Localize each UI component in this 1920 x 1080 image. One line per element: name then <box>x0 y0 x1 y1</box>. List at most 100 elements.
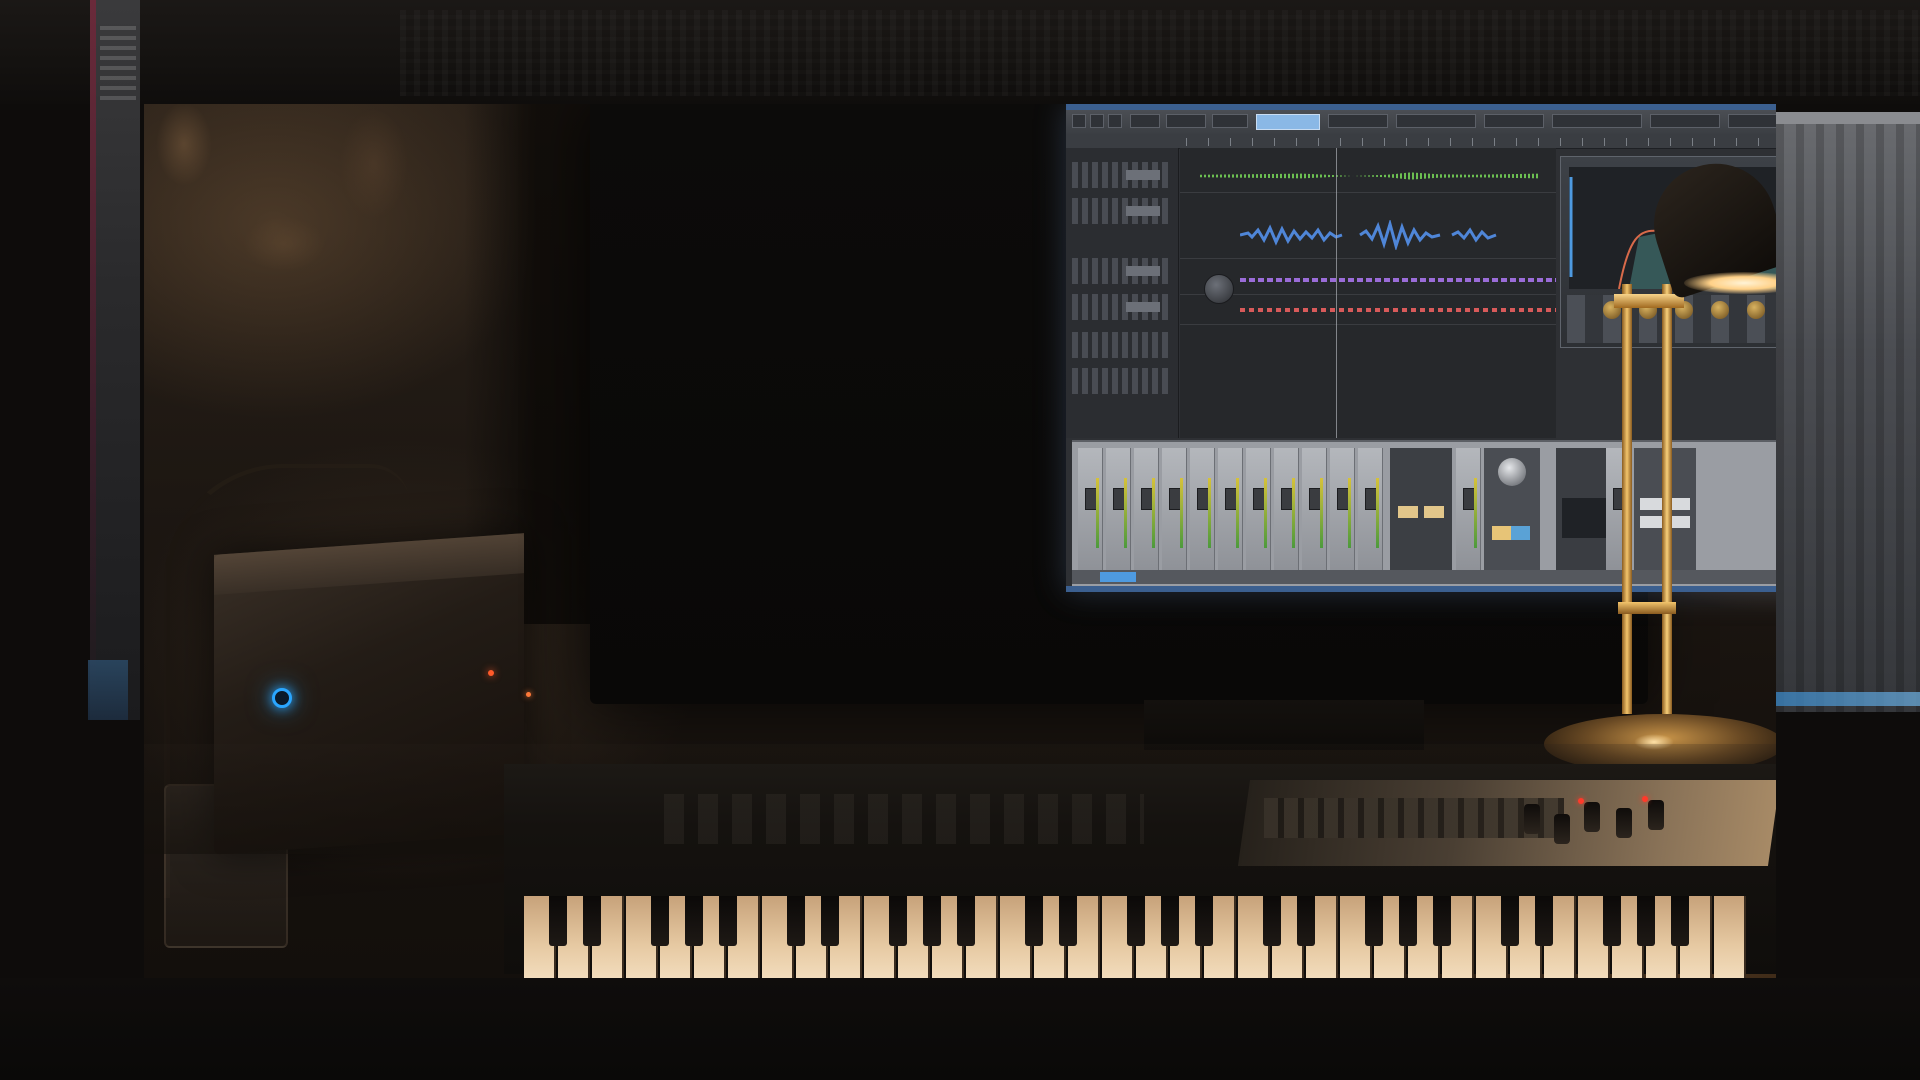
toolbar-button <box>1650 114 1720 128</box>
black-key <box>889 896 907 946</box>
toolbar-button <box>1108 114 1122 128</box>
black-key <box>583 896 601 946</box>
monitor <box>590 104 1776 704</box>
black-key <box>1297 896 1315 946</box>
track-header <box>1072 332 1172 358</box>
background-left-window <box>90 0 140 720</box>
black-key <box>1161 896 1179 946</box>
toolbar-button <box>1728 114 1776 128</box>
track-list <box>1066 148 1179 438</box>
wall-shelf <box>144 104 444 444</box>
knob-icon <box>1747 301 1765 319</box>
background-left-accent <box>90 0 96 720</box>
level-meter <box>1376 478 1379 548</box>
level-meter <box>1474 478 1477 548</box>
black-key <box>1399 896 1417 946</box>
white-key <box>1714 896 1746 978</box>
background-left-icons <box>100 20 136 100</box>
level-meter <box>1208 478 1211 548</box>
studio-photo <box>144 104 1776 978</box>
mixer-selected-tab <box>1100 572 1136 582</box>
knob-icon <box>1204 274 1234 304</box>
black-key <box>1365 896 1383 946</box>
knob-icon <box>1498 458 1526 486</box>
black-key <box>1263 896 1281 946</box>
lamp-crossbar <box>1618 602 1676 614</box>
channel-plugin <box>1484 448 1540 574</box>
plugin-display <box>1424 506 1444 518</box>
background-left-blue-tile <box>88 660 128 720</box>
level-meter <box>1096 478 1099 548</box>
track-header <box>1072 368 1172 394</box>
lamp-crossbar <box>1614 294 1684 308</box>
channel-strip <box>1218 448 1243 576</box>
level-meter <box>1152 478 1155 548</box>
toolbar-button <box>1484 114 1544 128</box>
automation-purple <box>1240 278 1556 282</box>
synth-buttons <box>1264 798 1564 838</box>
playhead <box>1336 148 1337 438</box>
tempo-display <box>1256 114 1320 130</box>
black-key <box>1501 896 1519 946</box>
knob-icon <box>1711 301 1729 319</box>
channel-strip <box>1302 448 1327 576</box>
channel-strip <box>1162 448 1187 576</box>
track-chip <box>1126 266 1160 276</box>
black-key <box>719 896 737 946</box>
power-led-icon <box>272 688 292 708</box>
lane-divider <box>1180 324 1556 325</box>
background-screen-grid <box>400 10 1920 96</box>
toolbar-button <box>1072 114 1086 128</box>
track-chip <box>1126 206 1160 216</box>
level-meter <box>1180 478 1183 548</box>
black-key <box>549 896 567 946</box>
black-key <box>1195 896 1213 946</box>
channel-strip <box>1330 448 1355 576</box>
monitor-stand <box>1144 700 1424 750</box>
plugin-display <box>1398 506 1418 518</box>
black-key <box>787 896 805 946</box>
lamp-pole <box>1662 284 1672 714</box>
level-meter <box>1320 478 1323 548</box>
channel-strip <box>1358 448 1383 576</box>
background-right-window <box>1776 112 1920 712</box>
compressor-plugin <box>1390 448 1452 574</box>
channel-strip <box>1134 448 1159 576</box>
black-key <box>1127 896 1145 946</box>
knob-icon <box>1554 814 1570 844</box>
black-key <box>1535 896 1553 946</box>
amp-led-icon <box>488 670 494 676</box>
lane-divider <box>1180 192 1556 193</box>
lamp-pole <box>1622 284 1632 714</box>
toolbar-button <box>1090 114 1104 128</box>
knob-icon <box>1648 800 1664 830</box>
lane-divider <box>1180 258 1556 259</box>
black-key <box>1671 896 1689 946</box>
ruler-ticks <box>1186 138 1776 146</box>
knob-icon <box>1616 808 1632 838</box>
level-meter <box>1264 478 1267 548</box>
piano-keyboard <box>524 896 1776 978</box>
level-meter <box>1124 478 1127 548</box>
plugin-display <box>1492 526 1530 540</box>
arrange-view <box>1180 148 1556 438</box>
black-key <box>821 896 839 946</box>
channel-strip <box>1246 448 1271 576</box>
plugin-scope <box>1562 498 1612 538</box>
level-meter <box>1348 478 1351 548</box>
knob-icon <box>1524 804 1540 834</box>
black-key <box>957 896 975 946</box>
audio-clip-blue <box>1240 220 1497 250</box>
level-meter <box>1236 478 1239 548</box>
toolbar-button <box>1396 114 1476 128</box>
black-key <box>1059 896 1077 946</box>
black-key <box>923 896 941 946</box>
black-key <box>1603 896 1621 946</box>
black-key <box>651 896 669 946</box>
amp-led-icon <box>526 692 531 697</box>
channel-strip <box>1456 448 1481 576</box>
channel-strip <box>1106 448 1131 576</box>
channel-strip <box>1274 448 1299 576</box>
track-chip <box>1126 170 1160 180</box>
toolbar-button <box>1212 114 1248 128</box>
